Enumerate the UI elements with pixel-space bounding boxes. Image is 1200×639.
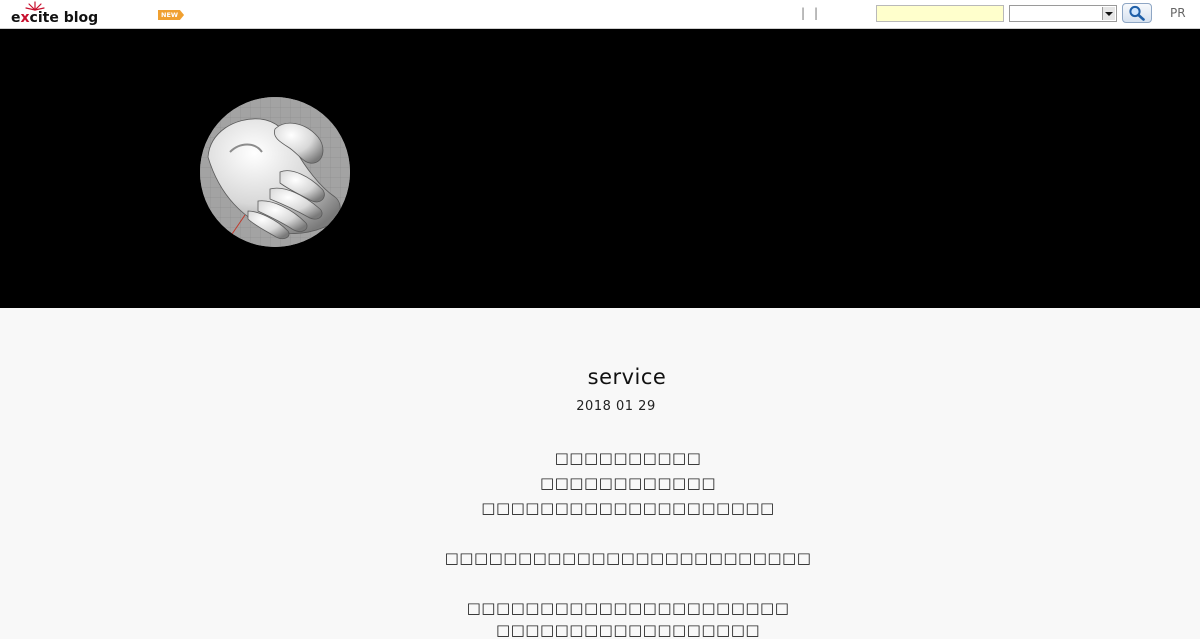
top-bar: e x cite blog NEW | | PR <box>0 0 1200 29</box>
blog-header-banner <box>0 29 1200 308</box>
post-title[interactable]: service <box>0 365 1200 389</box>
nav-separator: | <box>801 6 806 20</box>
post-body-line: □□□□□□□□□□□□□□□□□□ <box>495 621 761 639</box>
search-button[interactable] <box>1122 3 1152 23</box>
post-body-line: □□□□□□□□□□□□□□□□□□□□□□ <box>466 599 790 617</box>
avatar[interactable] <box>200 97 350 247</box>
open-hand-icon <box>200 97 350 247</box>
post-body-line: □□□□□□□□□□□□ <box>539 474 717 492</box>
logo-text-suffix: cite blog <box>29 10 99 26</box>
chevron-down-icon[interactable] <box>1102 7 1115 20</box>
post-body-line: □□□□□□□□□□ <box>554 449 702 467</box>
search-icon <box>1129 5 1145 21</box>
new-badge[interactable]: NEW <box>158 10 185 20</box>
post-body-line: □□□□□□□□□□□□□□□□□□□□ <box>481 499 775 517</box>
logo-text-x: x <box>20 10 30 26</box>
post-date: 2018 01 29 <box>576 399 656 414</box>
logo-spark-icon <box>25 1 45 11</box>
excite-blog-logo[interactable]: e x cite blog <box>11 1 99 26</box>
post-body-line: □□□□□□□□□□□□□□□□□□□□□□□□□ <box>444 549 812 567</box>
logo-text-prefix: e <box>11 10 21 26</box>
search-scope-select[interactable] <box>1009 5 1117 22</box>
pr-label: PR <box>1170 6 1186 20</box>
search-input[interactable] <box>876 5 1004 22</box>
nav-separator: | <box>814 6 819 20</box>
